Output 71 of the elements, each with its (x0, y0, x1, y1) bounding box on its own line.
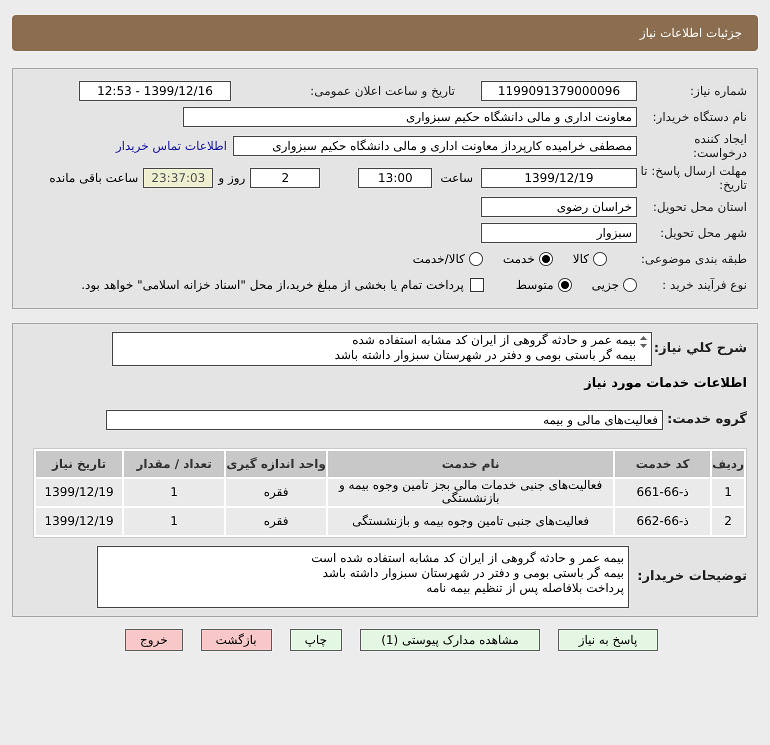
table-cell: 1 (124, 508, 224, 534)
radio-label: خدمت (502, 251, 535, 268)
radio-label: جزیی (592, 277, 619, 294)
action-button[interactable]: خروج (125, 628, 183, 650)
radio-button[interactable] (538, 252, 553, 266)
header-title: جزئیات اطلاعات نیاز (640, 25, 742, 42)
notes-line: بیمه گر باستی بومی و دفتر در شهرستان سبزوار داشته باشد (322, 566, 624, 580)
column-header: واحد اندازه گیری (226, 450, 326, 476)
description-textarea[interactable]: بیمه عمر و حادثه گروهی از ایران کد مشابه استفاده شده بیمه گر باستی بومی و دفتر در شهرستان سبزوار داشته باشد (112, 332, 652, 366)
table-cell: فقره (226, 478, 326, 506)
field-label: مهلت ارسال پاسخ: تا تاریخ: (639, 164, 747, 192)
field-label: شهر محل تحویل: (659, 225, 747, 242)
days-label: روز و (218, 170, 246, 187)
field-label: استان محل تحویل: (652, 199, 747, 216)
radio-label: کالا (572, 251, 589, 268)
buyer-org-field: معاونت اداری و مالی دانشگاه حکیم سبزواری (183, 106, 637, 126)
field-label: نام دستگاه خریدار: (652, 108, 747, 126)
table-cell: 2 (712, 508, 744, 534)
deadline-time-field: 13:00 (358, 168, 432, 188)
description-line: بیمه گر باستی بومی و دفتر در شهرستان سبزوار داشته باشد (334, 348, 636, 363)
table-cell: فقره (226, 508, 326, 534)
scroll-arrows-icon (640, 336, 647, 348)
days-field: 2 (250, 168, 320, 188)
deadline-date-field: 1399/12/19 (481, 168, 637, 188)
field-label: توضیحات خریدار: (636, 568, 747, 586)
creator-field: مصطفی خرامیده کارپرداز معاونت اداری و مالی دانشگاه حکیم سبزواری (233, 136, 637, 156)
table-cell: ذ-66-661 (615, 478, 710, 506)
checkbox-label: پرداخت تمام یا بخشی از مبلغ خرید،از محل "اسناد خزانه اسلامی" خواهد بود. (81, 277, 464, 294)
city-field: سبزوار (481, 223, 637, 243)
notes-line: بیمه عمر و حادثه گروهی از ایران کد مشابه استفاده شده است (310, 550, 624, 566)
column-header: نام خدمت (328, 450, 614, 476)
action-button[interactable]: چاپ (290, 628, 342, 650)
radio-label: کالا/خدمت (412, 251, 465, 268)
notes-line: پرداخت بلافاصله پس از تنظیم بیمه نامه (425, 580, 624, 596)
need-number-field: 1199091379000096 (481, 81, 637, 101)
table-cell: 1 (124, 478, 224, 506)
table-cell: ذ-66-662 (615, 508, 710, 534)
service-group-field: فعالیت‌های مالی و بیمه (106, 410, 663, 430)
action-button[interactable]: مشاهده مدارک پیوستی (1) (360, 628, 540, 650)
radio-button[interactable] (593, 252, 607, 266)
buyer-contact-link[interactable]: اطلاعات تماس خریدار (116, 137, 227, 155)
field-label: نوع فرآیند خرید : (661, 277, 747, 294)
column-header: تاریخ نیاز (36, 450, 122, 476)
radio-button[interactable] (558, 278, 572, 292)
column-header: ردیف (712, 450, 744, 476)
column-header: کد خدمت (615, 450, 710, 476)
checkbox[interactable] (470, 278, 484, 292)
field-label: طبقه بندی موضوعی: (640, 251, 747, 268)
province-field: خراسان رضوی (481, 197, 637, 217)
remaining-label: ساعت باقی مانده (49, 170, 138, 187)
field-label: شرح كلي نياز: (652, 340, 747, 358)
column-header: تعداد / مقدار (124, 450, 224, 476)
announce-date-field: 1399/12/16 - 12:53 (79, 81, 231, 101)
field-label: گروه خدمت: (666, 410, 747, 429)
radio-button[interactable] (468, 252, 483, 266)
radio-button[interactable] (623, 278, 637, 292)
section-title: اطلاعات خدمات مورد نیاز (582, 375, 747, 393)
action-button[interactable]: بازگشت (200, 628, 272, 650)
time-label: ساعت (440, 170, 473, 187)
field-label: شماره نیاز: (689, 83, 747, 100)
table-cell: 1 (712, 478, 744, 506)
table-cell: 1399/12/19 (36, 478, 122, 506)
description-line: بیمه عمر و حادثه گروهی از ایران کد مشابه استفاده شده (351, 333, 636, 348)
table-cell: فعالیت‌های جنبی خدمات مالی بجز تامین وجوه بیمه و بازنشستگی (328, 478, 614, 506)
radio-label: متوسط (516, 277, 554, 294)
table-cell: فعالیت‌های جنبی تامین وجوه بیمه و بازنشستگی (328, 508, 614, 534)
field-label: ایجاد کننده درخواست: (692, 132, 747, 160)
field-label: تاریخ و ساعت اعلان عمومی: (309, 83, 456, 100)
action-button[interactable]: پاسخ به نیاز (558, 628, 658, 650)
table-cell: 1399/12/19 (36, 508, 122, 534)
remaining-time-field: 23:37:03 (143, 168, 214, 188)
